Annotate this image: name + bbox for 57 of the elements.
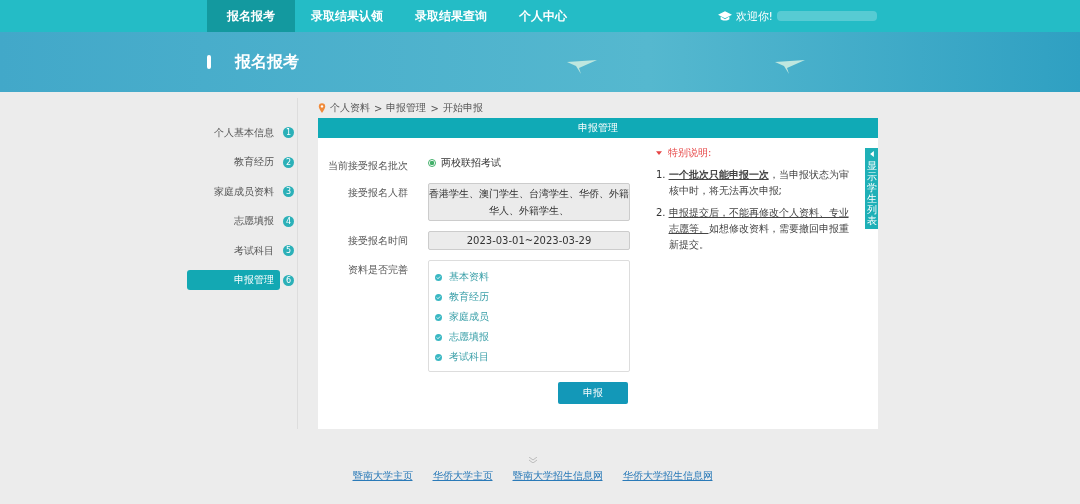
radio-label: 两校联招考试 — [441, 156, 501, 170]
readonly-field: 香港学生、澳门学生、台湾学生、华侨、外籍华人、外籍学生、 — [428, 183, 630, 221]
breadcrumb-separator: > — [430, 102, 439, 114]
field-label: 资料是否完善 — [347, 263, 408, 277]
welcome-text: 欢迎你! — [735, 8, 773, 24]
breadcrumb-link[interactable]: 开始申报 — [442, 101, 483, 115]
breadcrumb-separator: > — [374, 102, 383, 114]
step-item[interactable]: 申报管理 — [187, 270, 280, 291]
nav-tab[interactable]: 录取结果认领 — [301, 0, 393, 32]
triangle-icon — [656, 151, 662, 155]
chevron-down-icon — [528, 457, 537, 463]
graduation-cap-icon — [717, 10, 732, 22]
step-number: 4 — [283, 215, 294, 227]
note-text: 一个批次只能申报一次，当申报状态为审核中时，将无法再次申报; — [668, 168, 850, 198]
step-item[interactable]: 家庭成员资料 — [187, 181, 280, 202]
step-number: 2 — [283, 156, 294, 168]
banner-title: 报名报考 — [235, 51, 299, 73]
note-number: 1. — [656, 168, 666, 182]
readonly-field: 2023-03-01~2023-03-29 — [428, 231, 630, 250]
footer-link[interactable]: 华侨大学招生信息网 — [622, 469, 713, 483]
show-student-list-tab[interactable]: 显示学生列表 — [865, 148, 878, 229]
checklist-item: 家庭成员 — [449, 310, 489, 324]
footer-link[interactable]: 暨南大学招生信息网 — [512, 469, 603, 483]
checklist-item: 考试科目 — [449, 350, 489, 364]
step-number: 3 — [283, 186, 294, 198]
note-number: 2. — [656, 206, 666, 220]
nav-tab[interactable]: 报名报考 — [207, 0, 295, 32]
nav-tab[interactable]: 录取结果查询 — [405, 0, 497, 32]
nav-tab[interactable]: 个人中心 — [509, 0, 577, 32]
submit-button[interactable]: 申报 — [558, 382, 628, 404]
panel-title: 申报管理 — [578, 121, 618, 135]
checklist-item: 教育经历 — [449, 290, 489, 304]
step-item[interactable]: 个人基本信息 — [187, 122, 280, 143]
step-number: 5 — [283, 245, 294, 257]
notes-title: 特别说明: — [668, 146, 712, 160]
field-label: 接受报名人群 — [347, 186, 408, 200]
breadcrumb-link[interactable]: 申报管理 — [386, 101, 427, 115]
side-tab-label: 显示学生列表 — [866, 160, 877, 226]
step-item[interactable]: 考试科目 — [187, 240, 280, 261]
checklist-item: 志愿填报 — [449, 330, 489, 344]
field-label: 接受报名时间 — [347, 234, 408, 248]
paper-plane-icon — [567, 60, 597, 74]
checklist-item: 基本资料 — [449, 270, 489, 284]
field-label: 当前接受报名批次 — [327, 159, 408, 173]
step-number: 1 — [283, 127, 294, 139]
breadcrumb-link[interactable]: 个人资料 — [330, 101, 370, 115]
footer-link[interactable]: 暨南大学主页 — [352, 469, 413, 483]
title-marker — [207, 55, 211, 69]
step-item[interactable]: 教育经历 — [187, 152, 280, 173]
step-number: 6 — [283, 274, 294, 286]
step-item[interactable]: 志愿填报 — [187, 211, 280, 232]
footer-link[interactable]: 华侨大学主页 — [432, 469, 493, 483]
note-text: 申报提交后，不能再修改个人资料、专业志愿等。如想修改资料，需要撤回申报重新提交。 — [668, 206, 850, 252]
location-pin-icon — [318, 103, 326, 113]
radio-button[interactable] — [428, 159, 436, 167]
paper-plane-icon — [775, 60, 805, 74]
left-triangle-icon — [869, 151, 874, 157]
